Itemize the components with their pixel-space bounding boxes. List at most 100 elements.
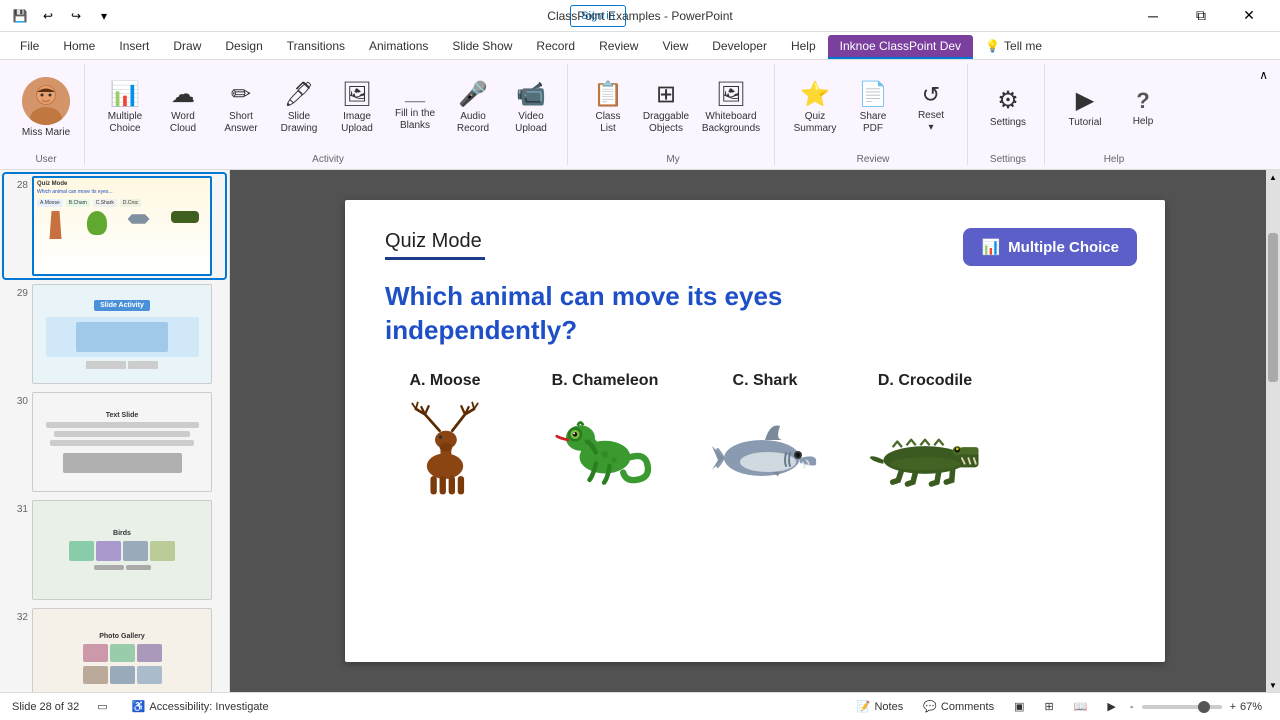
tab-tell-me[interactable]: 💡 Tell me bbox=[973, 35, 1054, 59]
mc-badge-icon: 📊 bbox=[981, 238, 1000, 256]
tutorial-button[interactable]: ▶ Tutorial bbox=[1057, 72, 1113, 144]
multiple-choice-badge[interactable]: 📊 Multiple Choice bbox=[963, 228, 1137, 266]
ribbon-section-user-label: User bbox=[35, 152, 56, 165]
zoom-out-button[interactable]: - bbox=[1130, 701, 1134, 713]
avatar bbox=[22, 77, 70, 125]
tab-developer[interactable]: Developer bbox=[700, 35, 779, 59]
scroll-track[interactable] bbox=[1266, 184, 1280, 678]
ribbon-section-activity-label: Activity bbox=[312, 152, 344, 165]
slide-item-30[interactable]: 30 Text Slide bbox=[4, 390, 225, 494]
tab-transitions[interactable]: Transitions bbox=[275, 35, 357, 59]
tab-slideshow[interactable]: Slide Show bbox=[440, 35, 524, 59]
shark-svg bbox=[705, 398, 825, 498]
slideshow-button[interactable]: ▶ bbox=[1101, 698, 1121, 715]
window-controls: ─ ⧉ ✕ bbox=[1130, 0, 1272, 32]
review-items: ⭐ QuizSummary 📄 SharePDF ↺ Reset▾ bbox=[787, 64, 959, 152]
video-upload-button[interactable]: 📹 VideoUpload bbox=[503, 72, 559, 144]
ribbon-collapse-button[interactable]: ∧ bbox=[1255, 64, 1272, 86]
slide-panel: 28 Quiz Mode Which animal can move its e… bbox=[0, 170, 230, 692]
comments-button[interactable]: 💬 Comments bbox=[917, 698, 1000, 715]
help-label: Help bbox=[1133, 116, 1154, 128]
option-a-label: A. Moose bbox=[409, 372, 480, 390]
activity-items: 📊 MultipleChoice ☁ WordCloud ✏ ShortAnsw… bbox=[97, 64, 559, 152]
tab-classpoint[interactable]: Inknoe ClassPoint Dev bbox=[828, 35, 973, 59]
slide-view: Quiz Mode 📊 Multiple Choice Which animal… bbox=[230, 170, 1280, 692]
slide-num-32: 32 bbox=[6, 608, 28, 623]
tab-help[interactable]: Help bbox=[779, 35, 828, 59]
window-title: ClassPoint Examples - PowerPoint bbox=[547, 9, 732, 23]
redo-icon[interactable]: ↪ bbox=[64, 4, 88, 28]
tab-design[interactable]: Design bbox=[213, 35, 274, 59]
tab-animations[interactable]: Animations bbox=[357, 35, 440, 59]
image-upload-icon: 🖼 bbox=[342, 81, 372, 110]
multiple-choice-icon: 📊 bbox=[110, 81, 140, 110]
tutorial-label: Tutorial bbox=[1069, 117, 1102, 129]
settings-icon: ⚙ bbox=[997, 87, 1019, 116]
ribbon-section-activity: 📊 MultipleChoice ☁ WordCloud ✏ ShortAnsw… bbox=[89, 64, 568, 165]
class-list-icon: 📋 bbox=[593, 81, 623, 110]
zoom-slider[interactable] bbox=[1142, 705, 1222, 709]
fill-blanks-button[interactable]: __ Fill in theBlanks bbox=[387, 72, 443, 144]
short-answer-button[interactable]: ✏ ShortAnswer bbox=[213, 72, 269, 144]
reset-button[interactable]: ↺ Reset▾ bbox=[903, 72, 959, 144]
close-button[interactable]: ✕ bbox=[1226, 0, 1272, 32]
slide-drawing-button[interactable]: 🖊 SlideDrawing bbox=[271, 72, 327, 144]
help-button[interactable]: ? Help bbox=[1115, 72, 1171, 144]
ribbon-section-my: 📋 ClassList ⊞ DraggableObjects 🖼 Whitebo… bbox=[572, 64, 775, 165]
tab-file[interactable]: File bbox=[8, 35, 51, 59]
vertical-scrollbar[interactable]: ▲ ▼ bbox=[1266, 170, 1280, 692]
ribbon-section-help: ▶ Tutorial ? Help Help bbox=[1049, 64, 1179, 165]
tab-record[interactable]: Record bbox=[524, 35, 587, 59]
share-pdf-button[interactable]: 📄 SharePDF bbox=[845, 72, 901, 144]
save-icon[interactable]: 💾 bbox=[8, 4, 32, 28]
statusbar-right: 📝 Notes 💬 Comments ▣ ⊞ 📖 ▶ - + 67% bbox=[851, 698, 1268, 715]
image-upload-button[interactable]: 🖼 ImageUpload bbox=[329, 72, 385, 144]
undo-icon[interactable]: ↩ bbox=[36, 4, 60, 28]
option-c-label: C. Shark bbox=[733, 372, 798, 390]
minimize-button[interactable]: ─ bbox=[1130, 0, 1176, 32]
quiz-question: Which animal can move its eyes independe… bbox=[385, 280, 885, 348]
slide-num-29: 29 bbox=[6, 284, 28, 299]
normal-view-button[interactable]: ▭ bbox=[91, 698, 113, 715]
draggable-objects-button[interactable]: ⊞ DraggableObjects bbox=[638, 72, 694, 144]
zoom-in-button[interactable]: + bbox=[1230, 701, 1236, 713]
moose-svg bbox=[385, 398, 505, 498]
whiteboard-bg-button[interactable]: 🖼 WhiteboardBackgrounds bbox=[696, 72, 766, 144]
tab-draw[interactable]: Draw bbox=[161, 35, 213, 59]
option-d: D. Crocodile bbox=[865, 372, 985, 498]
multiple-choice-button[interactable]: 📊 MultipleChoice bbox=[97, 72, 153, 144]
restore-button[interactable]: ⧉ bbox=[1178, 0, 1224, 32]
audio-record-button[interactable]: 🎤 AudioRecord bbox=[445, 72, 501, 144]
tab-view[interactable]: View bbox=[650, 35, 700, 59]
scroll-up-button[interactable]: ▲ bbox=[1266, 170, 1280, 184]
option-a-animal bbox=[385, 398, 505, 498]
slide-item-31[interactable]: 31 Birds bbox=[4, 498, 225, 602]
class-list-button[interactable]: 📋 ClassList bbox=[580, 72, 636, 144]
chameleon-svg bbox=[545, 398, 665, 498]
slide-drawing-icon: 🖊 bbox=[284, 81, 314, 110]
scroll-down-button[interactable]: ▼ bbox=[1266, 678, 1280, 692]
tab-insert[interactable]: Insert bbox=[107, 35, 161, 59]
slide-sorter-button[interactable]: ⊞ bbox=[1039, 698, 1060, 715]
slide-item-28[interactable]: 28 Quiz Mode Which animal can move its e… bbox=[4, 174, 225, 278]
tab-home[interactable]: Home bbox=[51, 35, 107, 59]
normal-view-mode-button[interactable]: ▣ bbox=[1008, 698, 1030, 715]
word-cloud-button[interactable]: ☁ WordCloud bbox=[155, 72, 211, 144]
quiz-summary-button[interactable]: ⭐ QuizSummary bbox=[787, 72, 843, 144]
slide-item-32[interactable]: 32 Photo Gallery bbox=[4, 606, 225, 692]
scroll-thumb[interactable] bbox=[1268, 233, 1278, 381]
user-profile-button[interactable]: Miss Marie bbox=[16, 72, 76, 144]
settings-label: Settings bbox=[990, 117, 1026, 129]
reading-view-button[interactable]: 📖 bbox=[1068, 698, 1094, 715]
settings-button[interactable]: ⚙ Settings bbox=[980, 72, 1036, 144]
crocodile-svg bbox=[865, 398, 985, 498]
short-answer-icon: ✏ bbox=[231, 81, 251, 110]
option-b: B. Chameleon bbox=[545, 372, 665, 498]
word-cloud-icon: ☁ bbox=[171, 81, 195, 110]
slide-item-29[interactable]: 29 Slide Activity bbox=[4, 282, 225, 386]
slide-num-28: 28 bbox=[6, 176, 28, 191]
accessibility-button[interactable]: ♿ Accessibility: Investigate bbox=[126, 698, 275, 715]
tab-review[interactable]: Review bbox=[587, 35, 650, 59]
customize-icon[interactable]: ▾ bbox=[92, 4, 116, 28]
notes-button[interactable]: 📝 Notes bbox=[851, 698, 909, 715]
